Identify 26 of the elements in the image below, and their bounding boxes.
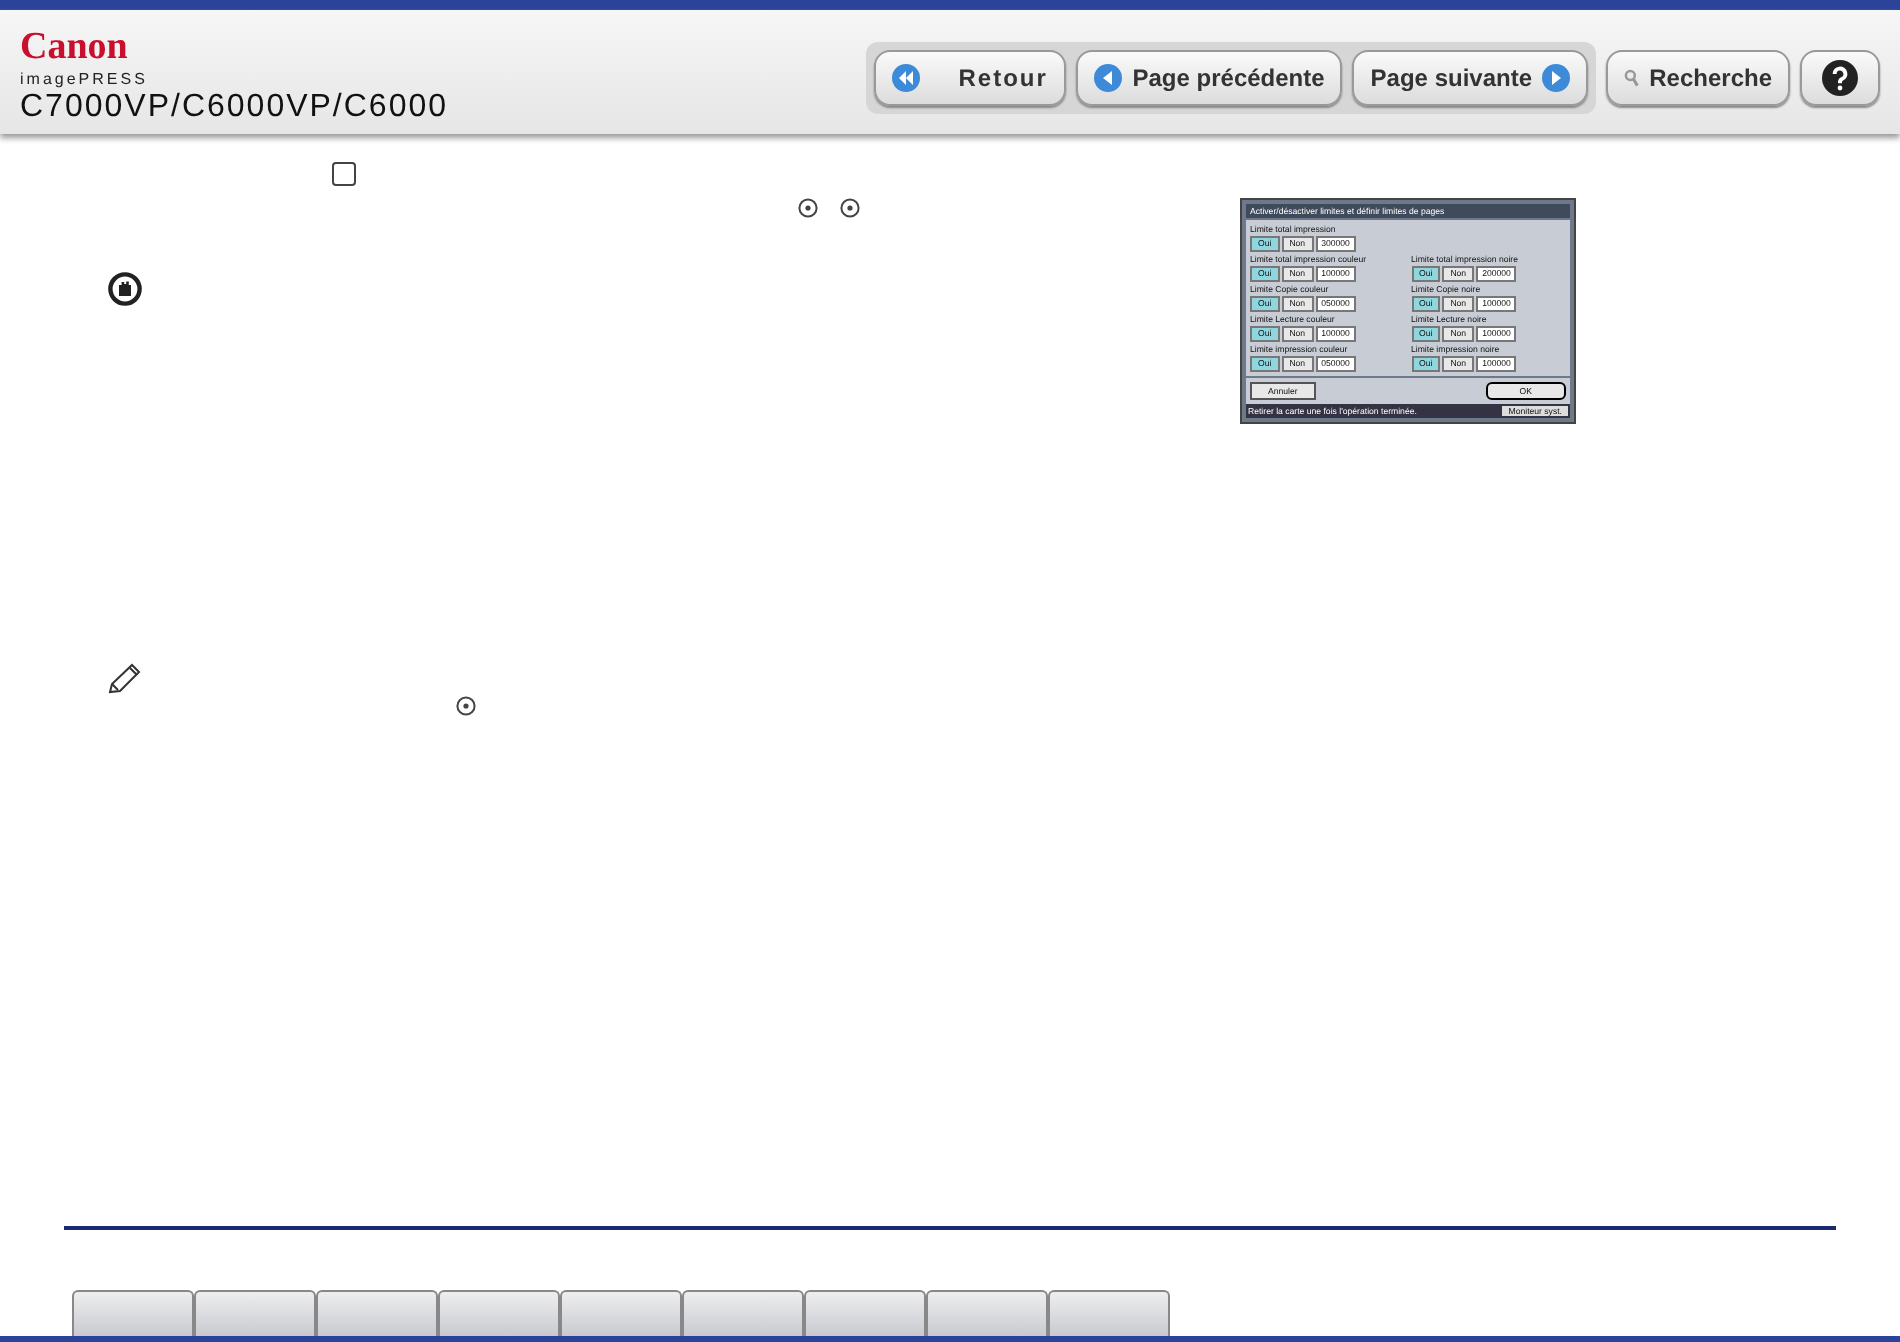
brand-logo: Canon — [20, 28, 130, 68]
footer-tab[interactable] — [1048, 1290, 1170, 1336]
pencil-icon — [108, 662, 144, 694]
circle-icon — [798, 198, 818, 218]
rewind-icon — [892, 64, 921, 92]
footer-tab[interactable] — [316, 1290, 438, 1336]
search-icon — [1624, 64, 1640, 92]
key-icon — [332, 162, 356, 186]
search-button[interactable]: Recherche — [1606, 50, 1790, 106]
footer-tab[interactable] — [926, 1290, 1048, 1336]
nav-button[interactable]: Page suivante — [1352, 50, 1588, 106]
footer-tab[interactable] — [804, 1290, 926, 1336]
footer-tab[interactable] — [438, 1290, 560, 1336]
footer-tab[interactable] — [682, 1290, 804, 1336]
footer-tab[interactable] — [194, 1290, 316, 1336]
circle-icon — [456, 696, 476, 716]
hand-icon — [108, 272, 142, 306]
nav-button[interactable]: Page précédente — [1076, 50, 1343, 106]
help-icon — [1822, 60, 1858, 96]
footer-tab[interactable] — [560, 1290, 682, 1336]
model-name: C7000VP/C6000VP/C6000 — [20, 90, 449, 124]
footer-tab[interactable] — [72, 1290, 194, 1336]
help-button[interactable] — [1800, 50, 1880, 106]
nav-button[interactable]: Retour — [874, 50, 1067, 106]
circle-icon — [840, 198, 860, 218]
product-name: imagePRESS — [20, 68, 150, 90]
